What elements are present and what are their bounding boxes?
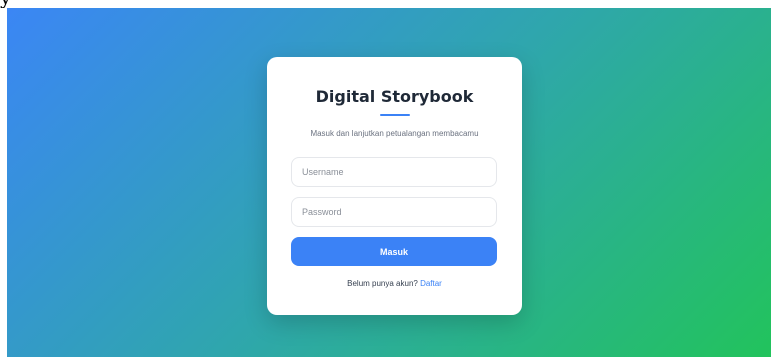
title-underline (380, 114, 410, 116)
app-title: Digital Storybook (315, 87, 474, 106)
password-input[interactable] (291, 197, 497, 227)
login-card: Digital Storybook Masuk dan lanjutkan pe… (267, 57, 522, 315)
gradient-background: Digital Storybook Masuk dan lanjutkan pe… (7, 8, 771, 357)
login-button[interactable]: Masuk (291, 237, 497, 266)
username-input[interactable] (291, 157, 497, 187)
register-prompt: Belum punya akun? (347, 279, 421, 288)
top-strip: y (0, 0, 771, 8)
register-link[interactable]: Daftar (420, 279, 442, 288)
login-subtitle: Masuk dan lanjutkan petualangan membacam… (310, 129, 479, 138)
register-row: Belum punya akun? Daftar (267, 279, 522, 289)
top-strip-text: y (0, 0, 11, 7)
